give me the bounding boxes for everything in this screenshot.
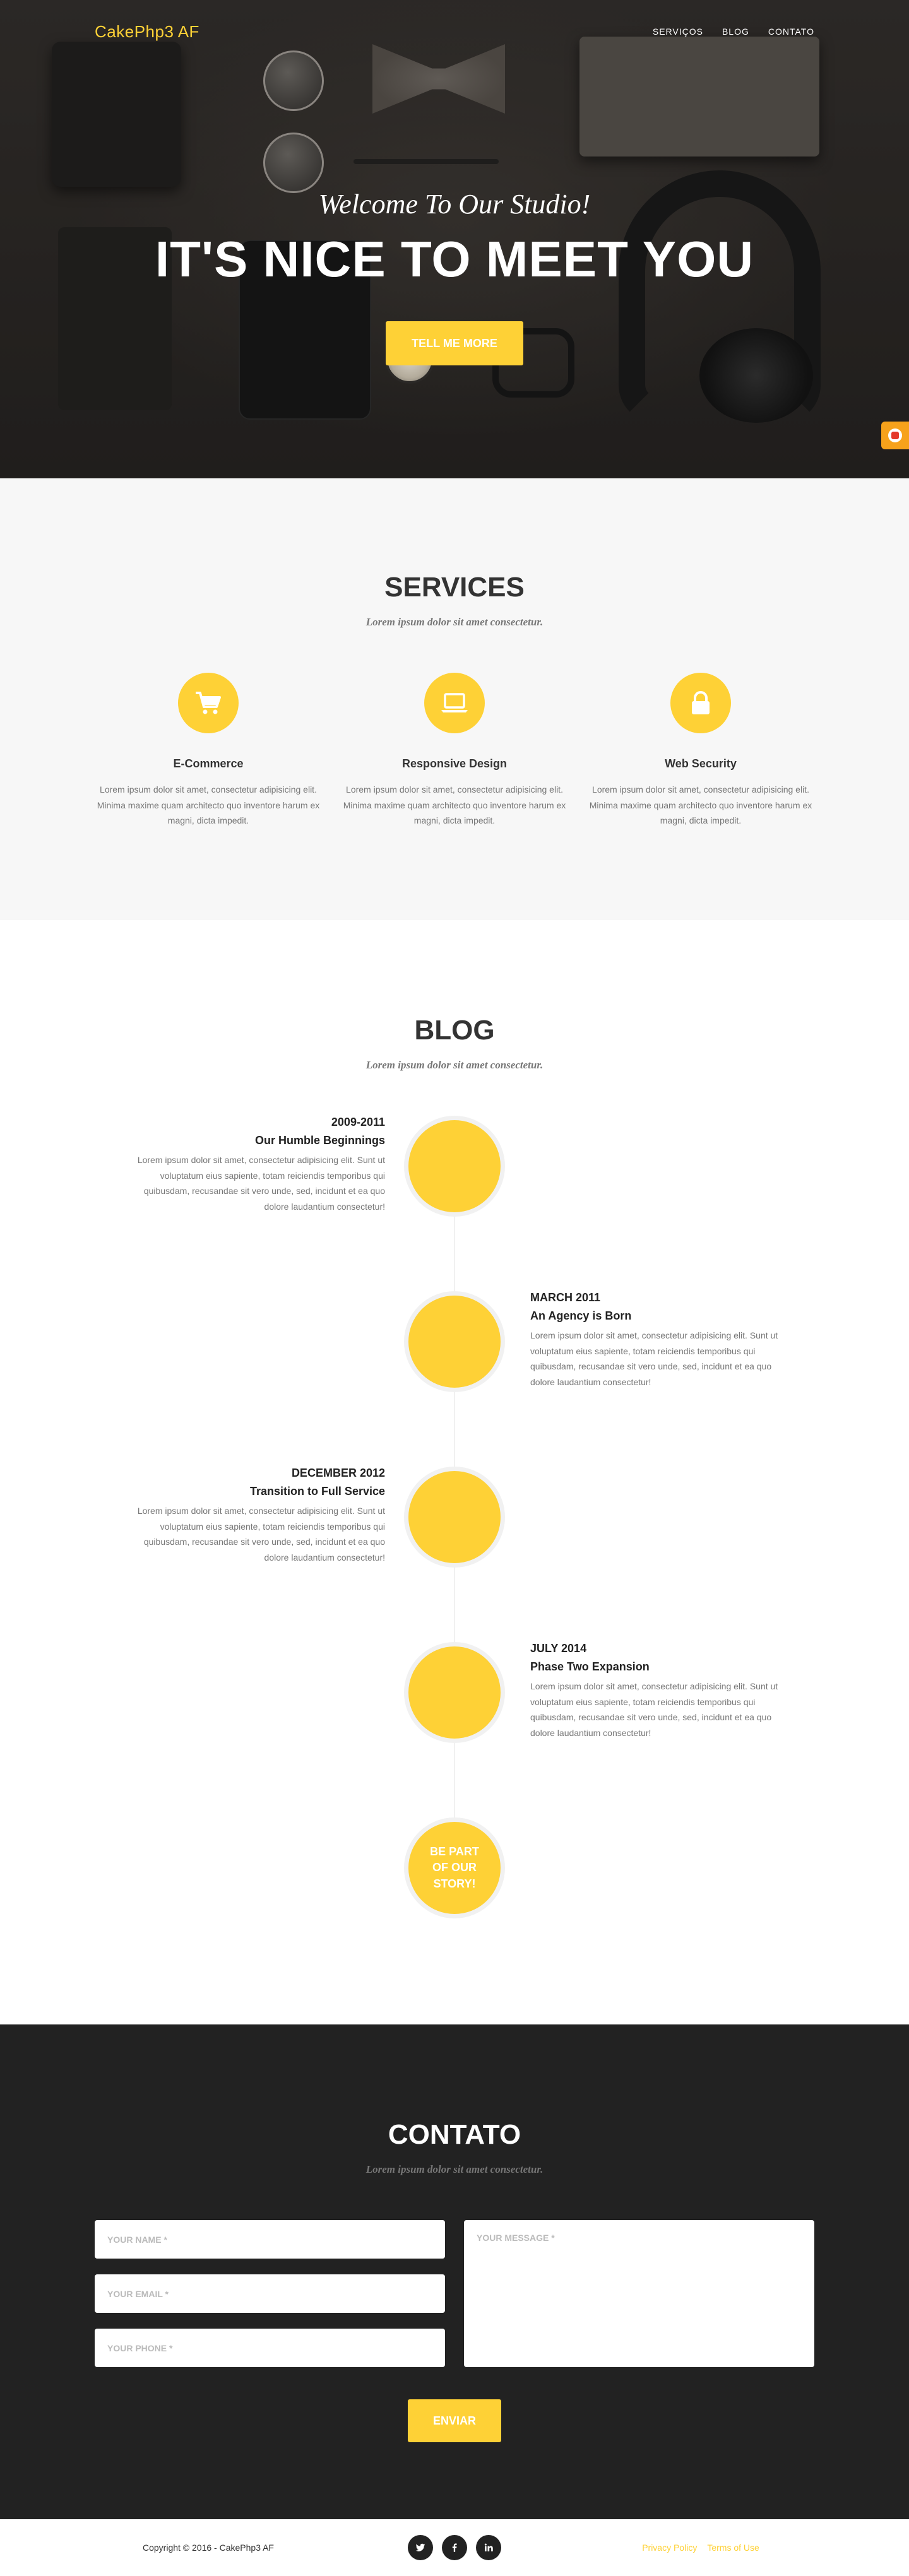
services-subheading: Lorem ipsum dolor sit amet consectetur. [365,616,544,628]
hero-section: CakePhp3 AF SERVIÇOS BLOG CONTATO Welcom… [0,0,909,478]
laptop-icon [424,673,485,733]
be-part-of-story-badge[interactable]: BE PART OF OUR STORY! [404,1817,505,1918]
timeline-panel: JULY 2014 Phase Two Expansion Lorem ipsu… [530,1642,789,1740]
timeline-item: DECEMBER 2012 Transition to Full Service… [95,1467,814,1574]
timeline-panel: DECEMBER 2012 Transition to Full Service… [126,1467,385,1565]
timeline-title: Our Humble Beginnings [254,1134,385,1147]
timeline-image [404,1642,505,1743]
nav-link-blog[interactable]: BLOG [722,27,749,37]
timeline-image [404,1116,505,1217]
phone-field[interactable]: YOUR PHONE * [95,2329,445,2367]
timeline-text: Lorem ipsum dolor sit amet, consectetur … [530,1330,778,1387]
legal-links: Privacy Policy Terms of Use [587,2543,814,2553]
brand-logo[interactable]: CakePhp3 AF [95,22,199,42]
privacy-policy-link[interactable]: Privacy Policy [642,2543,697,2553]
contact-heading: CONTATO [388,2119,521,2150]
service-title: E-Commerce [173,757,244,770]
twitter-icon[interactable] [408,2535,433,2560]
timeline-panel: 2009-2011 Our Humble Beginnings Lorem ip… [126,1116,385,1214]
service-text: Lorem ipsum dolor sit amet, consectetur … [97,784,320,825]
service-text: Lorem ipsum dolor sit amet, consectetur … [343,784,566,825]
timeline-title: Transition to Full Service [249,1485,385,1498]
timeline-item: MARCH 2011 An Agency is Born Lorem ipsum… [95,1291,814,1398]
service-item: Web Security Lorem ipsum dolor sit amet,… [578,673,824,829]
name-field[interactable]: YOUR NAME * [95,2220,445,2259]
timeline-item: 2009-2011 Our Humble Beginnings Lorem ip… [95,1116,814,1223]
lock-icon [670,673,731,733]
linkedin-icon[interactable] [476,2535,501,2560]
timeline: 2009-2011 Our Humble Beginnings Lorem ip… [95,1116,814,1968]
top-navbar: CakePhp3 AF SERVIÇOS BLOG CONTATO [0,0,909,63]
footer: Copyright © 2016 - CakePhp3 AF Privacy P… [0,2519,909,2576]
hero-heading: IT'S NICE TO MEET YOU [155,231,754,287]
side-widget-button[interactable] [881,422,909,449]
send-button[interactable]: ENVIAR [408,2399,501,2442]
message-field[interactable]: YOUR MESSAGE * [464,2220,814,2367]
contact-subheading: Lorem ipsum dolor sit amet consectetur. [365,2163,544,2175]
social-links [408,2535,501,2560]
timeline-item: JULY 2014 Phase Two Expansion Lorem ipsu… [95,1642,814,1749]
timeline-image [404,1467,505,1568]
services-section: SERVICES Lorem ipsum dolor sit amet cons… [0,478,909,920]
timeline-date: MARCH 2011 [530,1291,601,1304]
tell-me-more-button[interactable]: TELL ME MORE [386,321,523,365]
nav-link-contato[interactable]: CONTATO [768,27,814,37]
service-text: Lorem ipsum dolor sit amet, consectetur … [589,784,812,825]
email-field[interactable]: YOUR EMAIL * [95,2274,445,2313]
shopping-cart-icon [178,673,239,733]
nav-links: SERVIÇOS BLOG CONTATO [653,27,814,37]
timeline-date: JULY 2014 [530,1642,587,1655]
timeline-panel: MARCH 2011 An Agency is Born Lorem ipsum… [530,1291,789,1390]
contact-form: YOUR NAME * YOUR EMAIL * YOUR PHONE * YO… [95,2220,814,2383]
contact-section: CONTATO Lorem ipsum dolor sit amet conse… [0,2024,909,2519]
service-title: Responsive Design [401,757,508,770]
timeline-date: DECEMBER 2012 [291,1467,385,1479]
service-item: E-Commerce Lorem ipsum dolor sit amet, c… [85,673,331,829]
timeline-date: 2009-2011 [331,1116,385,1128]
blog-subheading: Lorem ipsum dolor sit amet consectetur. [365,1059,544,1071]
widget-icon [888,428,902,442]
blog-section: BLOG Lorem ipsum dolor sit amet consecte… [0,920,909,2024]
service-item: Responsive Design Lorem ipsum dolor sit … [331,673,578,829]
timeline-text: Lorem ipsum dolor sit amet, consectetur … [530,1681,778,1738]
timeline-image [404,1291,505,1392]
contact-fields-right: YOUR MESSAGE * [464,2220,814,2383]
services-heading: SERVICES [384,572,525,603]
blog-heading: BLOG [414,1015,495,1046]
services-list: E-Commerce Lorem ipsum dolor sit amet, c… [0,673,909,829]
service-title: Web Security [665,757,737,770]
timeline-title: An Agency is Born [530,1309,632,1322]
copyright-text: Copyright © 2016 - CakePhp3 AF [143,2543,274,2553]
timeline-text: Lorem ipsum dolor sit amet, consectetur … [137,1155,385,1212]
nav-link-servicos[interactable]: SERVIÇOS [653,27,703,37]
terms-of-use-link[interactable]: Terms of Use [707,2543,759,2553]
timeline-title: Phase Two Expansion [530,1660,650,1673]
hero-photo-sunglasses [256,44,331,199]
hero-intro: Welcome To Our Studio! IT'S NICE TO MEET… [0,188,909,365]
hero-lead-text: Welcome To Our Studio! [318,189,591,220]
facebook-icon[interactable] [442,2535,467,2560]
hero-photo-wallet [52,42,181,187]
contact-fields-left: YOUR NAME * YOUR EMAIL * YOUR PHONE * [95,2220,445,2383]
hero-photo-pen [354,159,499,164]
timeline-text: Lorem ipsum dolor sit amet, consectetur … [137,1506,385,1563]
